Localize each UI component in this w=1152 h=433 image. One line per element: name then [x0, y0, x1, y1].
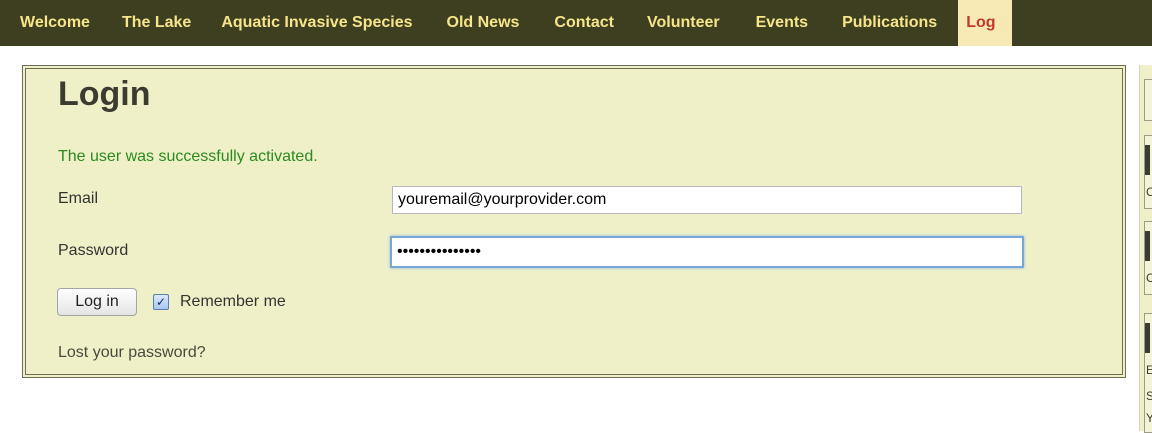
success-message: The user was successfully activated. [58, 148, 318, 165]
nav-contact[interactable]: Contact [554, 0, 647, 46]
login-panel: Login The user was successfully activate… [22, 65, 1126, 378]
nav-volunteer[interactable]: Volunteer [647, 0, 756, 46]
sidebar-text: C [1146, 185, 1152, 199]
email-label: Email [58, 190, 99, 207]
sidebar-text: E [1146, 363, 1152, 377]
remember-me: ✓ Remember me [153, 293, 286, 311]
remember-me-label[interactable]: Remember me [180, 293, 286, 311]
login-button[interactable]: Log in [57, 288, 137, 316]
remember-me-checkbox[interactable]: ✓ [153, 294, 169, 310]
sidebar-heading-mark [1145, 323, 1150, 353]
password-label: Password [58, 242, 129, 259]
lost-password-link[interactable]: Lost your password? [58, 344, 206, 362]
nav-welcome[interactable]: Welcome [0, 0, 122, 46]
sidebar-text: Y [1146, 411, 1152, 425]
nav-old-news[interactable]: Old News [447, 0, 555, 46]
nav-aquatic-invasive-species[interactable]: Aquatic Invasive Species [221, 0, 446, 46]
sidebar-heading-mark [1145, 145, 1150, 175]
password-field[interactable] [390, 236, 1024, 268]
nav-login[interactable]: Log [958, 0, 1012, 46]
nav-publications[interactable]: Publications [842, 0, 958, 46]
sidebar-text: S [1146, 389, 1152, 403]
nav-the-lake[interactable]: The Lake [122, 0, 221, 46]
main-navigation: Welcome The Lake Aquatic Invasive Specie… [0, 0, 1152, 46]
sidebar-text: C [1146, 271, 1152, 285]
nav-events[interactable]: Events [756, 0, 842, 46]
checkmark-icon: ✓ [155, 295, 167, 309]
email-field[interactable] [392, 186, 1022, 214]
page-title: Login [58, 75, 151, 113]
sidebar-search-box[interactable] [1144, 79, 1152, 121]
right-sidebar: C C E S Y [1139, 65, 1152, 433]
sidebar-heading-mark [1145, 231, 1150, 261]
